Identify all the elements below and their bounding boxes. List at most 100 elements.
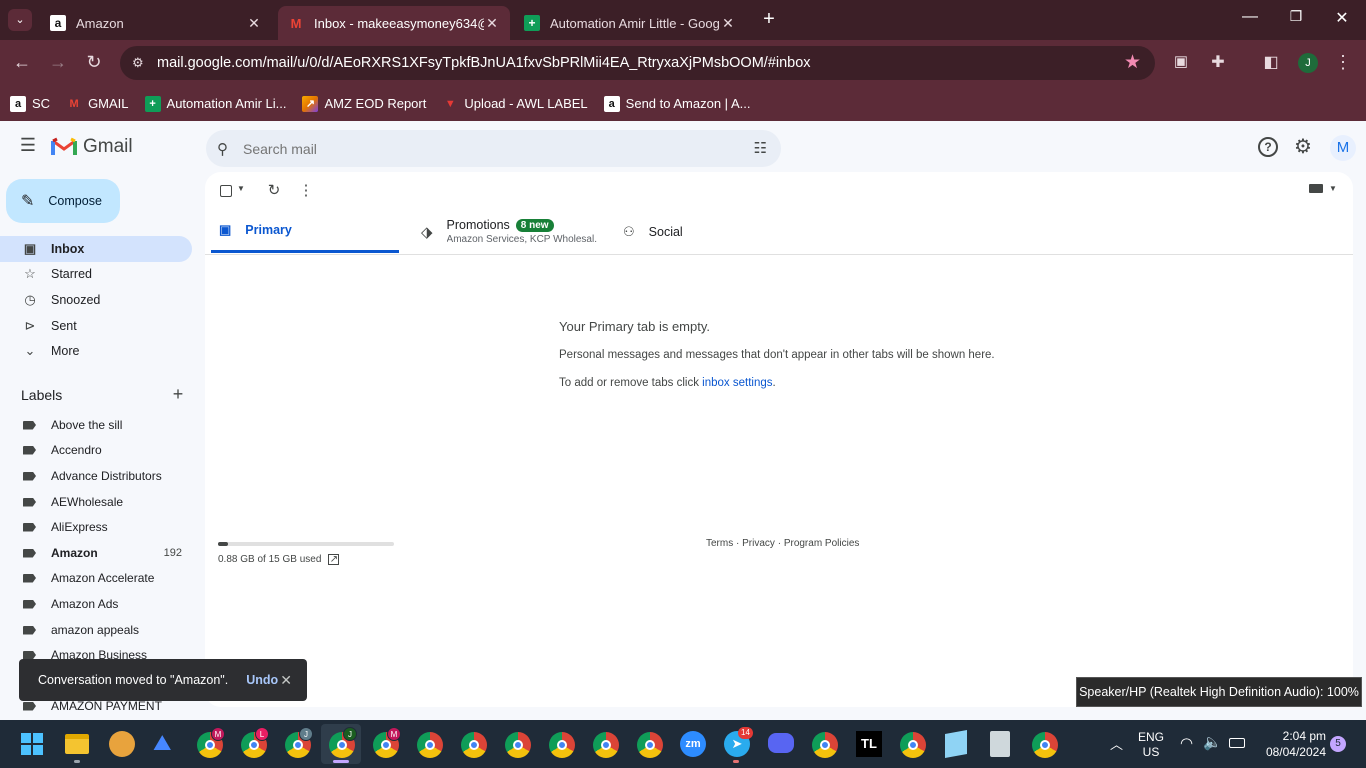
undo-button[interactable]: Undo (246, 673, 278, 687)
close-icon[interactable]: ✕ (246, 15, 262, 32)
file-explorer-icon[interactable] (65, 734, 89, 754)
settings-gear-icon[interactable]: ⚙ (1292, 134, 1314, 159)
label-amazon-ads[interactable]: Amazon Ads (0, 591, 192, 617)
chrome-icon[interactable] (1032, 732, 1058, 758)
chrome-icon[interactable] (461, 732, 487, 758)
bookmark-automation[interactable]: + Automation Amir Li... (144, 95, 286, 112)
language-indicator[interactable]: ENG US (1137, 730, 1165, 760)
label-amazon[interactable]: Amazon 192 (0, 540, 192, 566)
chrome-icon[interactable] (637, 732, 663, 758)
show-hidden-icons-icon[interactable]: ︿ (1110, 734, 1123, 753)
search-input[interactable] (243, 140, 723, 157)
browser-tab-sheets[interactable]: + Automation Amir Little - Googl ✕ (514, 6, 746, 40)
compose-button[interactable]: ✎ Compose (6, 179, 120, 223)
character-app-icon[interactable] (109, 731, 135, 757)
nordvpn-icon[interactable]: ⛰ (153, 732, 179, 755)
refresh-icon[interactable]: ↻ (266, 181, 282, 199)
side-panel-icon[interactable]: ◧ (1260, 52, 1282, 72)
notification-count-badge[interactable]: 5 (1330, 736, 1346, 752)
forward-icon[interactable]: → (47, 52, 69, 73)
label-aliexpress[interactable]: AliExpress (0, 514, 192, 540)
profile-avatar[interactable]: J (1298, 53, 1318, 73)
label-above-the-sill[interactable]: Above the sill (0, 412, 192, 438)
tab-social[interactable]: ⚇ Social (623, 210, 813, 253)
nav-starred[interactable]: ☆ Starred (0, 261, 192, 287)
nav-inbox[interactable]: ▣ Inbox (0, 236, 192, 262)
address-bar[interactable]: ⚙ mail.google.com/mail/u/0/d/AEoRXRS1XFs… (120, 46, 1155, 80)
input-tools-icon[interactable]: ▼ (1309, 184, 1337, 193)
back-icon[interactable]: ← (11, 52, 33, 73)
screenshot-icon[interactable]: ▣ (1170, 52, 1192, 70)
new-count-badge: 8 new (515, 218, 554, 232)
select-dropdown-icon[interactable]: ▼ (237, 184, 245, 193)
label-accendro[interactable]: Accendro (0, 437, 192, 463)
close-icon[interactable]: ✕ (484, 15, 500, 32)
gmail-logo[interactable]: Gmail (51, 136, 133, 158)
new-tab-button[interactable]: + (758, 8, 780, 31)
restore-icon[interactable]: ❐ (1284, 8, 1308, 25)
chrome-icon[interactable]: J (329, 727, 357, 758)
menu-icon[interactable]: ⋮ (1332, 52, 1354, 73)
terms-link[interactable]: Terms (706, 538, 733, 549)
privacy-link[interactable]: Privacy (742, 538, 775, 549)
telegram-icon[interactable]: ➤ 14 (724, 727, 753, 757)
label-advance-distributors[interactable]: Advance Distributors (0, 463, 192, 489)
open-external-icon[interactable]: ↗ (328, 554, 340, 565)
chrome-icon[interactable] (505, 732, 531, 758)
chrome-icon[interactable]: L (241, 727, 269, 758)
reload-icon[interactable]: ↻ (83, 52, 105, 73)
bookmark-gmail[interactable]: M GMAIL (66, 96, 128, 112)
program-policies-link[interactable]: Program Policies (784, 538, 860, 549)
chrome-icon[interactable]: J (285, 727, 313, 758)
tab-search-button[interactable]: ⌄ (8, 9, 32, 31)
browser-tab-gmail[interactable]: M Inbox - makeeasymoney634@g ✕ (278, 6, 510, 40)
zoom-icon[interactable]: zm (680, 731, 706, 757)
notepad-icon[interactable] (945, 730, 967, 758)
label-aewholesale[interactable]: AEWholesale (0, 489, 192, 515)
more-actions-icon[interactable]: ⋮ (298, 181, 314, 199)
label-amazon-accelerate[interactable]: Amazon Accelerate (0, 565, 192, 591)
close-window-icon[interactable]: ✕ (1330, 8, 1354, 28)
label-amazon-appeals[interactable]: amazon appeals (0, 617, 192, 643)
bookmark-amz-eod[interactable]: ↗ AMZ EOD Report (302, 95, 426, 112)
clock[interactable]: 2:04 pm 08/04/2024 (1256, 728, 1326, 760)
close-icon[interactable]: ✕ (280, 672, 292, 689)
search-icon[interactable]: ⚲ (217, 140, 233, 158)
tab-promotions[interactable]: ⬗ Promotions 8 new Amazon Services, KCP … (419, 210, 609, 253)
nav-snoozed[interactable]: ◷ Snoozed (0, 287, 192, 313)
chrome-icon[interactable]: M (373, 727, 401, 758)
chrome-icon[interactable] (417, 732, 443, 758)
volume-icon[interactable]: 🔈 (1203, 733, 1222, 751)
windows-start-icon[interactable] (21, 733, 43, 755)
add-label-icon[interactable]: + (170, 384, 186, 405)
chrome-icon[interactable] (900, 732, 926, 758)
search-options-icon[interactable]: ☷ (754, 139, 767, 157)
chrome-icon[interactable] (812, 732, 838, 758)
help-icon[interactable]: ? (1258, 137, 1278, 157)
calculator-icon[interactable] (990, 731, 1010, 757)
battery-icon[interactable] (1229, 738, 1245, 748)
wifi-icon[interactable]: ◠ (1180, 734, 1193, 752)
chrome-icon[interactable] (593, 732, 619, 758)
bookmark-awl-label[interactable]: ▼ Upload - AWL LABEL (442, 96, 588, 112)
chrome-icon[interactable]: M (197, 727, 225, 758)
search-bar[interactable]: ⚲ ☷ (206, 130, 781, 167)
site-info-icon[interactable]: ⚙ (132, 55, 148, 71)
bookmark-send-to-amazon[interactable]: a Send to Amazon | A... (603, 95, 750, 112)
discord-icon[interactable] (768, 733, 794, 753)
inbox-settings-link[interactable]: inbox settings (702, 377, 772, 389)
nav-sent[interactable]: ⊳ Sent (0, 313, 192, 339)
nav-more[interactable]: ⌄ More (0, 338, 192, 364)
browser-tab-amazon[interactable]: a Amazon ✕ (40, 6, 272, 40)
account-avatar[interactable]: M (1330, 135, 1356, 161)
tradingview-icon[interactable]: TL (856, 731, 882, 757)
main-menu-icon[interactable]: ☰ (16, 135, 40, 156)
select-all-checkbox[interactable] (220, 185, 232, 197)
chrome-icon[interactable] (549, 732, 575, 758)
bookmark-sc[interactable]: a SC (10, 95, 50, 112)
extensions-icon[interactable]: ✚ (1207, 52, 1229, 72)
tab-primary[interactable]: ▣ Primary (211, 210, 399, 253)
close-icon[interactable]: ✕ (720, 15, 736, 32)
bookmark-star-icon[interactable]: ★ (1124, 51, 1141, 74)
minimize-icon[interactable]: — (1238, 8, 1262, 26)
